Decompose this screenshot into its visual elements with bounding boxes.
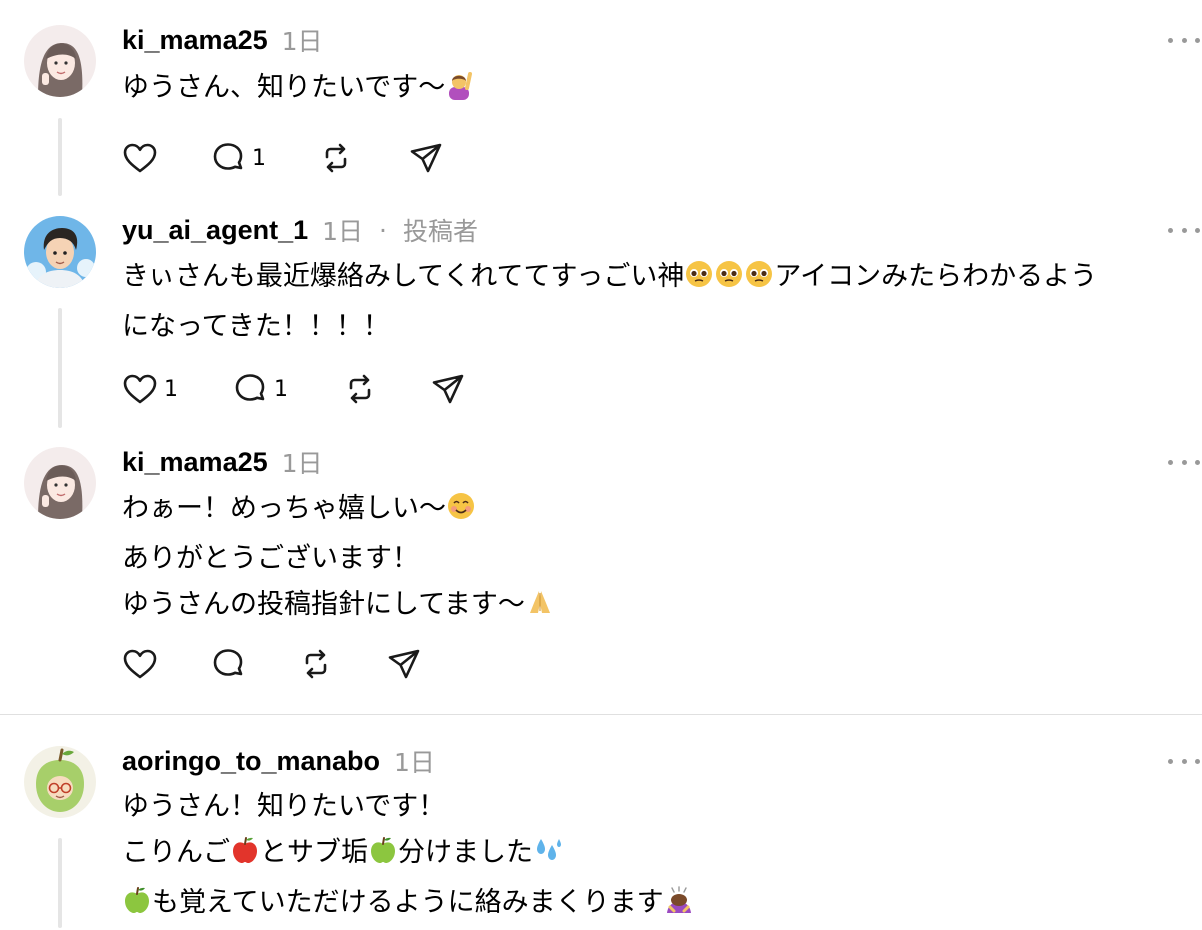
post-line: わぁー！めっちゃ嬉しい〜	[122, 486, 1197, 536]
send-icon	[388, 649, 420, 679]
more-dots-icon	[1168, 758, 1173, 764]
post-line: になってきた！！！！	[122, 311, 390, 342]
comment-icon	[213, 143, 243, 170]
repost-button[interactable]	[298, 644, 386, 684]
reply-count: 1	[274, 376, 288, 402]
comment-icon	[235, 374, 265, 401]
post-time: 1日	[394, 748, 435, 777]
post-time: 1日	[281, 449, 323, 478]
author-badge: 投稿者	[402, 217, 478, 246]
reply-button[interactable]: 1	[210, 138, 318, 178]
post-line: も覚えていただけるように絡みまくります	[122, 880, 1197, 930]
more-options-button[interactable]	[1166, 220, 1202, 240]
raising-hand-emoji	[445, 69, 475, 115]
repost-icon	[305, 649, 327, 679]
post-body: ゆうさん、知りたいです〜	[122, 65, 1197, 115]
like-button[interactable]: 1	[122, 369, 232, 409]
comment-icon	[213, 649, 243, 676]
more-options-button[interactable]	[1166, 452, 1202, 472]
username[interactable]: ki_mama25	[122, 25, 268, 56]
post-actions: 1 1	[122, 369, 490, 409]
heart-icon	[123, 143, 157, 173]
post-body: わぁー！めっちゃ嬉しい〜 ありがとうございます！ ゆうさんの投稿指針にしてます〜	[122, 486, 1197, 632]
reply-button[interactable]: 1	[232, 369, 342, 409]
thread-line	[58, 838, 62, 928]
repost-icon	[325, 143, 347, 173]
more-dots-icon	[1168, 37, 1173, 43]
thread-line	[58, 308, 62, 428]
repost-icon	[349, 374, 371, 404]
avatar[interactable]	[24, 447, 96, 519]
post-time: 1日	[281, 27, 323, 56]
heart-icon	[123, 374, 157, 404]
red-apple-emoji	[230, 834, 260, 880]
share-button[interactable]	[386, 644, 446, 684]
post-line: ゆうさん、知りたいです〜	[122, 65, 1197, 115]
like-count: 1	[164, 376, 178, 402]
reply-button[interactable]	[210, 644, 298, 684]
thread-divider	[0, 714, 1202, 715]
post-actions	[122, 644, 446, 684]
pleading-face-emoji	[684, 258, 774, 304]
repost-button[interactable]	[342, 369, 430, 409]
repost-button[interactable]	[318, 138, 408, 178]
send-icon	[432, 374, 464, 404]
more-dots-icon	[1168, 227, 1173, 233]
post-line: ゆうさん！知りたいです！	[122, 791, 446, 822]
username[interactable]: yu_ai_agent_1	[122, 215, 308, 246]
more-options-button[interactable]	[1166, 751, 1202, 771]
username[interactable]: ki_mama25	[122, 447, 268, 478]
post-body: ゆうさん！知りたいです！ こりんご とサブ垢 分けました も覚えていただけるように絡…	[122, 784, 1197, 930]
post-line: ありがとうございます！	[122, 543, 419, 574]
share-button[interactable]	[430, 369, 490, 409]
sweat-droplets-emoji	[533, 834, 563, 880]
post-body: きぃさんも最近爆絡みしてくれててすっごい神 アイコンみたらわかるよう になってきた…	[122, 254, 1197, 350]
post-time: 1日	[322, 217, 364, 246]
bowing-person-emoji	[664, 884, 694, 930]
avatar[interactable]	[24, 216, 96, 288]
post-header: aoringo_to_manabo 1日	[122, 743, 435, 779]
post-header: ki_mama25 1日	[122, 444, 323, 480]
thread-line	[58, 118, 62, 196]
avatar[interactable]	[24, 746, 96, 818]
post-line: こりんご とサブ垢 分けました	[122, 830, 1197, 880]
apple-emoji	[368, 834, 398, 880]
more-options-button[interactable]	[1166, 30, 1202, 50]
heart-icon	[123, 649, 157, 679]
post-line: ゆうさんの投稿指針にしてます〜	[122, 582, 1197, 632]
smiling-face-emoji	[446, 490, 476, 536]
folded-hands-emoji	[525, 586, 555, 632]
like-button[interactable]	[122, 644, 210, 684]
separator: ·	[379, 215, 387, 245]
post-header: yu_ai_agent_1 1日 · 投稿者	[122, 212, 478, 248]
reply-count: 1	[252, 145, 266, 171]
apple-emoji	[122, 884, 152, 930]
avatar[interactable]	[24, 25, 96, 97]
post-line: きぃさんも最近爆絡みしてくれててすっごい神 アイコンみたらわかるよう	[122, 254, 1197, 304]
send-icon	[410, 143, 442, 173]
share-button[interactable]	[408, 138, 468, 178]
more-dots-icon	[1168, 459, 1173, 465]
like-button[interactable]	[122, 138, 210, 178]
post-actions: 1	[122, 138, 468, 178]
post-header: ki_mama25 1日	[122, 22, 323, 58]
username[interactable]: aoringo_to_manabo	[122, 746, 380, 777]
